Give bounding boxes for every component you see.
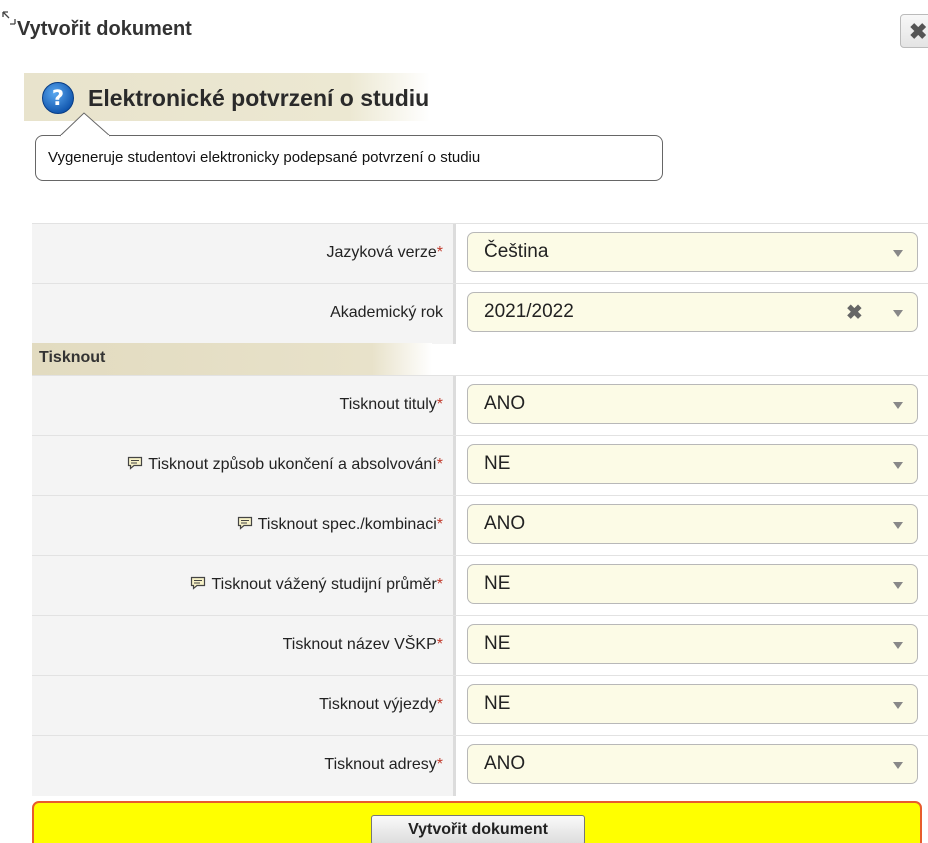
select-value: ANO <box>484 753 526 774</box>
form-row-print-specialization: Tisknout spec./kombinaci* ANO <box>32 495 928 556</box>
print-specialization-select[interactable]: ANO <box>467 504 918 544</box>
select-value: ANO <box>484 513 526 534</box>
language-select[interactable]: Čeština <box>467 232 918 272</box>
close-button[interactable]: ✖ <box>900 14 928 48</box>
required-marker: * <box>436 636 443 653</box>
chevron-down-icon <box>893 702 903 709</box>
field-label: Tisknout tituly* <box>339 396 443 413</box>
form-row-print-gpa: Tisknout vážený studijní průměr* NE <box>32 555 928 616</box>
create-document-button[interactable]: Vytvořit dokument <box>371 815 585 843</box>
form-row-academic-year: Akademický rok 2021/2022 ✖ <box>32 283 928 344</box>
field-label: Tisknout způsob ukončení a absolvování* <box>127 456 443 474</box>
form-row-print-addresses: Tisknout adresy* ANO <box>32 735 928 796</box>
print-completion-select[interactable]: NE <box>467 444 918 484</box>
field-label: Tisknout název VŠKP* <box>282 636 443 653</box>
comment-icon[interactable] <box>237 516 253 530</box>
document-form: Jazyková verze* Čeština Akademický rok 2… <box>32 223 928 796</box>
label-cell: Tisknout adresy* <box>32 736 456 796</box>
svg-text:?: ? <box>52 86 64 110</box>
label-cell: Tisknout tituly* <box>32 376 456 436</box>
submit-bar: Vytvořit dokument <box>32 801 922 843</box>
field-label: Jazyková verze* <box>326 244 444 261</box>
form-row-print-mobility: Tisknout výjezdy* NE <box>32 675 928 736</box>
academic-year-select[interactable]: 2021/2022 ✖ <box>467 292 918 332</box>
required-marker: * <box>436 576 443 593</box>
section-print: Tisknout <box>32 343 928 375</box>
select-value: NE <box>484 693 511 714</box>
tooltip-arrow <box>60 112 110 137</box>
print-addresses-select[interactable]: ANO <box>467 744 918 784</box>
select-value: NE <box>484 453 511 474</box>
select-value: NE <box>484 633 511 654</box>
select-value: Čeština <box>484 241 549 262</box>
required-marker: * <box>436 516 443 533</box>
label-cell: Tisknout způsob ukončení a absolvování* <box>32 436 456 496</box>
required-marker: * <box>436 756 443 773</box>
window-resize-icon <box>2 11 16 25</box>
select-value: 2021/2022 <box>484 301 574 322</box>
comment-icon[interactable] <box>190 576 206 590</box>
print-mobility-select[interactable]: NE <box>467 684 918 724</box>
field-label: Tisknout výjezdy* <box>319 696 443 713</box>
dialog-title: Vytvořit dokument <box>17 18 192 40</box>
field-label: Tisknout adresy* <box>324 756 443 773</box>
print-gpa-select[interactable]: NE <box>467 564 918 604</box>
chevron-down-icon <box>893 462 903 469</box>
required-marker: * <box>436 244 443 261</box>
chevron-down-icon <box>893 310 903 317</box>
form-row-language: Jazyková verze* Čeština <box>32 223 928 284</box>
select-value: NE <box>484 573 511 594</box>
chevron-down-icon <box>893 642 903 649</box>
label-cell: Jazyková verze* <box>32 224 456 284</box>
chevron-down-icon <box>893 582 903 589</box>
label-cell: Tisknout vážený studijní průměr* <box>32 556 456 616</box>
comment-icon[interactable] <box>127 456 143 470</box>
required-marker: * <box>436 456 443 473</box>
label-cell: Tisknout název VŠKP* <box>32 616 456 676</box>
label-cell: Akademický rok <box>32 284 456 344</box>
required-marker: * <box>436 696 443 713</box>
chevron-down-icon <box>893 250 903 257</box>
chevron-down-icon <box>893 522 903 529</box>
section-title: Tisknout <box>39 349 106 366</box>
print-thesis-select[interactable]: NE <box>467 624 918 664</box>
description-tooltip: Vygeneruje studentovi elektronicky podep… <box>35 135 663 181</box>
form-row-print-titles: Tisknout tituly* ANO <box>32 375 928 436</box>
label-cell: Tisknout spec./kombinaci* <box>32 496 456 556</box>
form-row-print-thesis: Tisknout název VŠKP* NE <box>32 615 928 676</box>
document-title: Elektronické potvrzení o studiu <box>88 85 430 111</box>
field-label: Tisknout spec./kombinaci* <box>237 516 443 534</box>
label-cell: Tisknout výjezdy* <box>32 676 456 736</box>
field-label: Akademický rok <box>330 304 443 321</box>
tooltip-text: Vygeneruje studentovi elektronicky podep… <box>48 149 481 166</box>
form-row-print-completion: Tisknout způsob ukončení a absolvování* … <box>32 435 928 496</box>
chevron-down-icon <box>893 762 903 769</box>
select-value: ANO <box>484 393 526 414</box>
required-marker: * <box>436 396 443 413</box>
close-icon: ✖ <box>909 19 928 44</box>
print-titles-select[interactable]: ANO <box>467 384 918 424</box>
dialog-titlebar: Vytvořit dokument ✖ <box>0 0 928 60</box>
help-icon[interactable]: ? <box>41 81 75 115</box>
chevron-down-icon <box>893 402 903 409</box>
clear-icon[interactable]: ✖ <box>846 300 863 325</box>
field-label: Tisknout vážený studijní průměr* <box>190 576 443 594</box>
